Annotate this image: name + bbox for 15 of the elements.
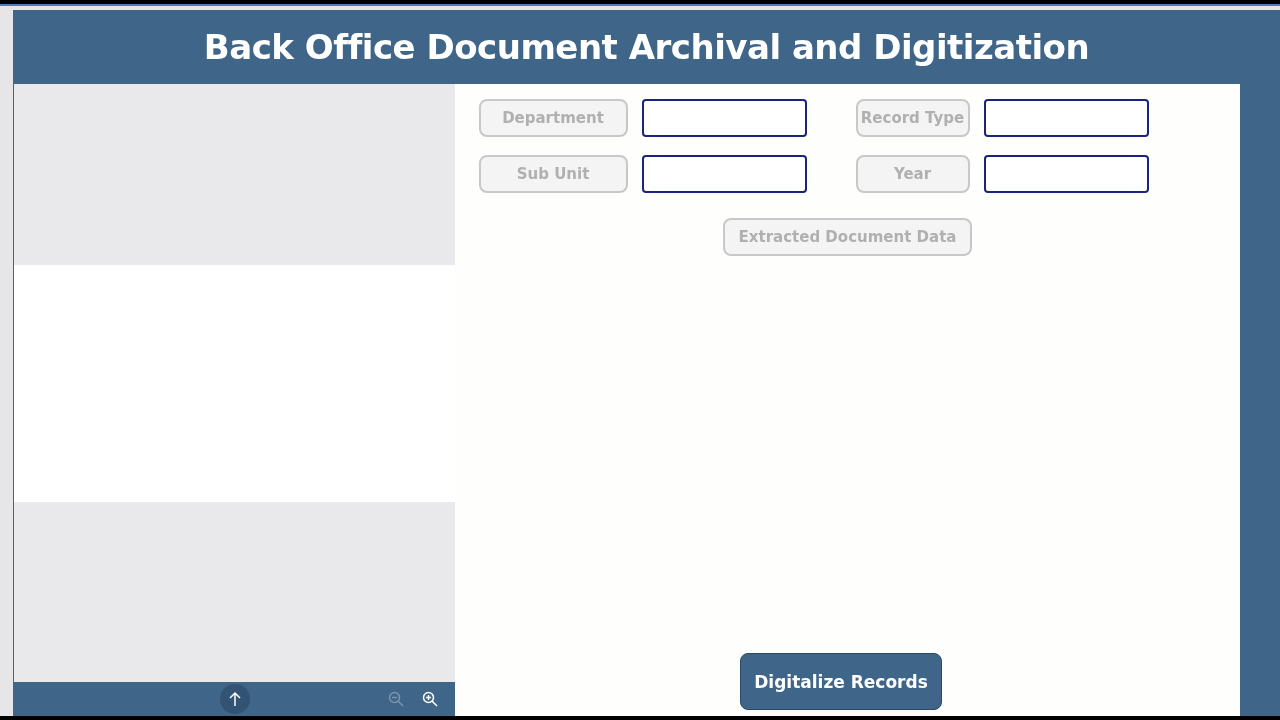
input-field[interactable] [983, 155, 1149, 193]
field-label: Record Type [855, 99, 970, 137]
zoom-out-icon [388, 691, 404, 707]
section-label: Extracted Document Data [722, 218, 973, 256]
page-title: Back Office Document Archival and Digitization [203, 27, 1090, 67]
input-field[interactable] [641, 155, 807, 193]
field-label: Year [855, 155, 970, 193]
digitalize-button[interactable]: Digitalize Records [740, 653, 942, 710]
field-label: Department [478, 99, 628, 137]
input-field[interactable] [641, 99, 807, 137]
scroll-up-button[interactable] [220, 684, 250, 714]
zoom-in-icon [422, 691, 438, 707]
input-field[interactable] [983, 99, 1149, 137]
up-arrow-icon [228, 691, 242, 707]
field-label: Sub Unit [478, 155, 628, 193]
